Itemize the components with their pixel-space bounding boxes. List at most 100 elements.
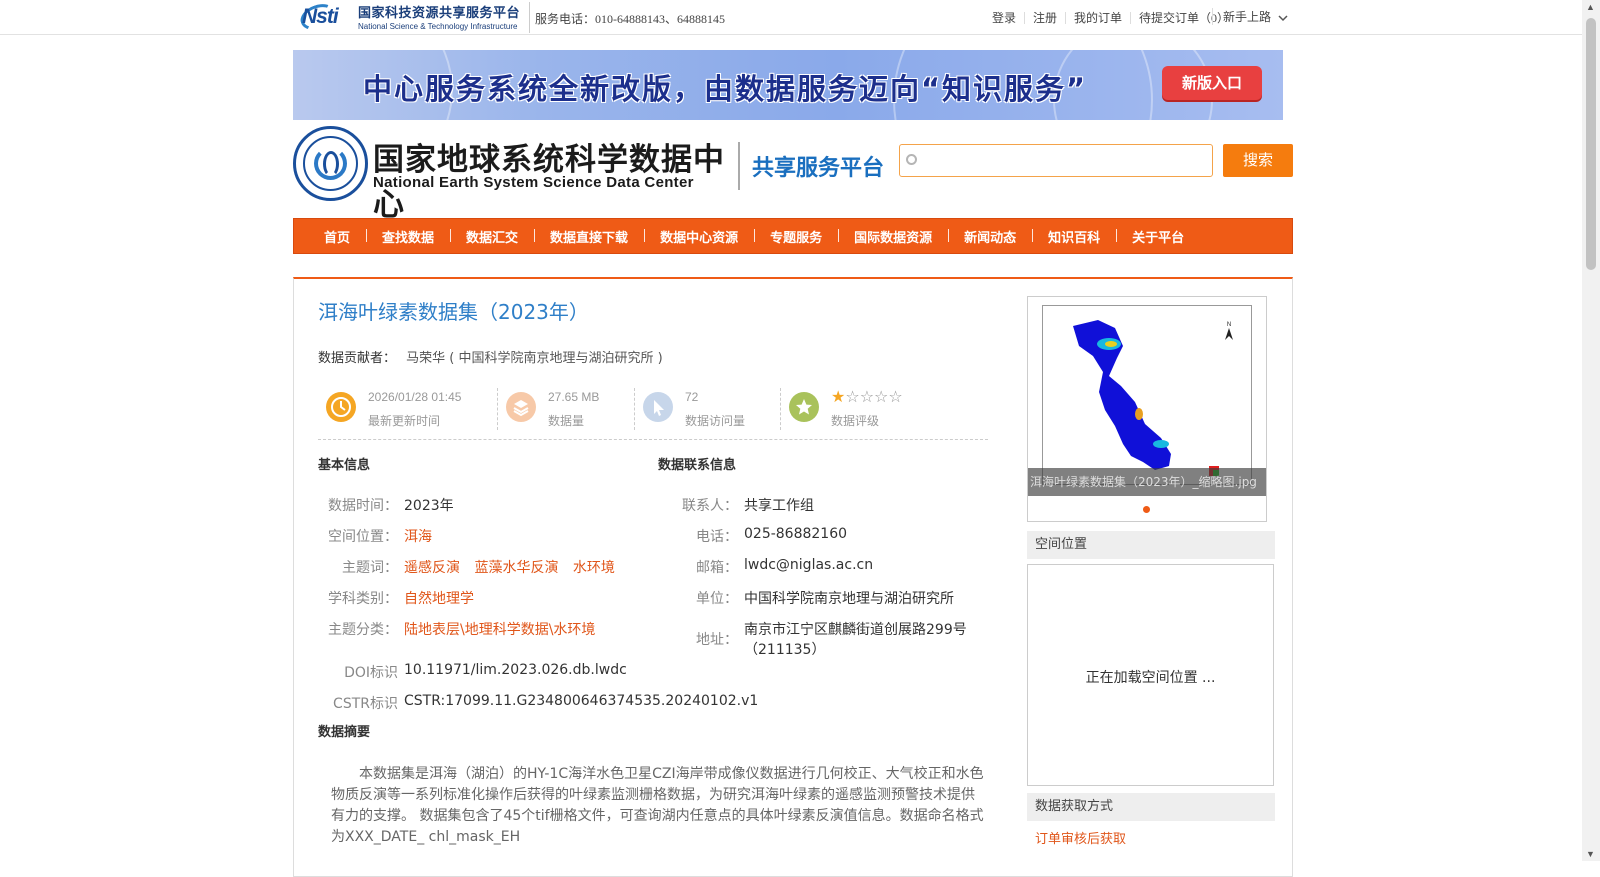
scroll-down-icon[interactable]: ▼ [1586, 849, 1595, 859]
platform-title: 共享服务平台 [752, 156, 885, 181]
category-link[interactable]: 陆地表层\地理科学数据\水环境 [404, 619, 595, 639]
new-version-button[interactable]: 新版入口 [1162, 66, 1262, 100]
divider [738, 142, 740, 190]
stat-label: 数据评级 [831, 414, 880, 428]
field-label: 主题词： [342, 560, 398, 576]
register-link[interactable]: 注册 [1023, 12, 1065, 24]
field-label: 联系人： [682, 498, 738, 514]
center-emblem-icon [293, 126, 368, 201]
contributor-value: 马荣华 ( 中国科学院南京地理与湖泊研究所 ) [406, 351, 663, 366]
chevron-down-icon [1278, 15, 1288, 22]
search-input[interactable] [924, 149, 1208, 173]
center-logo[interactable]: 国家地球系统科学数据中心 National Earth System Scien… [293, 126, 733, 223]
field-label: 单位： [696, 591, 738, 607]
star-filled-icon: ★ [831, 389, 846, 406]
scrollbar-thumb[interactable] [1586, 18, 1596, 270]
contact-info-heading: 数据联系信息 [658, 458, 737, 473]
star-empty-icon: ☆ [888, 389, 903, 406]
field-label: 电话： [696, 529, 738, 545]
service-phone: 服务电话：010-64888143、64888145 [535, 12, 725, 26]
field-value: 南京市江宁区麒麟街道创展路299号 [744, 622, 967, 638]
nav-direct-download[interactable]: 数据直接下载 [534, 227, 644, 246]
stat-label: 数据量 [548, 414, 585, 428]
thumbnail-carousel[interactable]: N 洱海叶绿素数据集（2023年）_缩略图.jpg [1027, 296, 1267, 522]
field-category: 主题分类： 陆地表层\地理科学数据\水环境 [318, 619, 658, 643]
field-label: 学科类别： [328, 591, 398, 607]
nav-wiki[interactable]: 知识百科 [1032, 227, 1116, 246]
layers-icon [506, 392, 536, 422]
nav-find-data[interactable]: 查找数据 [366, 227, 450, 246]
email-value[interactable]: lwdc@niglas.ac.cn [744, 557, 873, 573]
contributor: 数据贡献者： 马荣华 ( 中国科学院南京地理与湖泊研究所 ) [318, 347, 663, 366]
abstract-heading: 数据摘要 [318, 725, 371, 740]
stat-data-size: 27.65 MB 数据量 [498, 384, 635, 430]
nsti-logo[interactable]: Nsti 国家科技资源共享服务平台 National Science & Tec… [296, 0, 525, 35]
contact-unit: 单位： 中国科学院南京地理与湖泊研究所 [658, 588, 998, 612]
star-empty-icon: ☆ [845, 389, 860, 406]
abstract-text: 本数据集是洱海（湖泊）的HY-1C海洋水色卫星CZI海岸带成像仪数据进行几何校正… [331, 766, 984, 845]
field-doi: DOI标识 10.11971/lim.2023.026.db.lwdc [318, 662, 658, 686]
nav-news[interactable]: 新闻动态 [948, 227, 1032, 246]
field-cstr: CSTR标识 CSTR:17099.11.G234800646374535.20… [318, 693, 758, 717]
keyword-tag[interactable]: 蓝藻水华反演 [474, 560, 558, 576]
contact-address: 地址： 南京市江宁区麒麟街道创展路299号 （211135） [658, 619, 998, 663]
stat-value: 72 [685, 390, 699, 404]
thumbnail-image[interactable]: N [1042, 305, 1252, 485]
field-label: 空间位置： [328, 529, 398, 545]
field-label: 数据时间： [328, 498, 398, 514]
star-icon [789, 392, 819, 422]
acquire-heading: 数据获取方式 [1027, 793, 1275, 821]
basic-info-heading: 基本信息 [318, 458, 371, 473]
stat-value: 27.65 MB [548, 390, 600, 404]
clock-icon [326, 392, 356, 422]
field-value: 共享工作组 [744, 498, 814, 514]
rating-stars: ★☆☆☆☆ [831, 387, 903, 407]
nav-international[interactable]: 国际数据资源 [838, 227, 948, 246]
field-data-time: 数据时间： 2023年 [318, 495, 658, 519]
field-subject: 学科类别： 自然地理学 [318, 588, 658, 612]
acquire-method-link[interactable]: 订单审核后获取 [1035, 828, 1126, 847]
carousel-dot[interactable] [1143, 506, 1150, 513]
nav-home[interactable]: 首页 [308, 227, 366, 246]
cstr-value[interactable]: CSTR:17099.11.G234800646374535.20240102.… [404, 693, 758, 709]
nsti-logo-cn: 国家科技资源共享服务平台 [358, 4, 521, 20]
field-label: 地址： [696, 632, 738, 648]
search-icon [906, 154, 917, 165]
subject-link[interactable]: 自然地理学 [404, 588, 474, 608]
nav-center-resources[interactable]: 数据中心资源 [644, 227, 754, 246]
nav-about[interactable]: 关于平台 [1116, 227, 1200, 246]
contact-person: 联系人： 共享工作组 [658, 495, 998, 519]
guide-dropdown[interactable]: 新手上路 [1212, 8, 1288, 25]
guide-label: 新手上路 [1223, 10, 1272, 24]
search-box[interactable] [899, 144, 1213, 177]
star-empty-icon: ☆ [874, 389, 889, 406]
stat-visits: 72 数据访问量 [635, 384, 781, 430]
scroll-up-icon[interactable]: ▲ [1586, 2, 1595, 12]
field-label: 主题分类： [328, 622, 398, 638]
thumbnail-caption: 洱海叶绿素数据集（2023年）_缩略图.jpg [1028, 468, 1266, 496]
contact-phone: 电话： 025-86882160 [658, 526, 998, 550]
my-orders-link[interactable]: 我的订单 [1064, 12, 1130, 24]
stat-label: 数据访问量 [685, 414, 746, 428]
field-label: DOI标识 [344, 665, 398, 681]
main-nav: 首页 查找数据 数据汇交 数据直接下载 数据中心资源 专题服务 国际数据资源 新… [293, 218, 1293, 254]
spatial-map[interactable]: 正在加载空间位置 ... [1027, 564, 1274, 786]
contributor-label: 数据贡献者： [318, 351, 397, 366]
nav-data-submit[interactable]: 数据汇交 [450, 227, 534, 246]
field-value: 中国科学院南京地理与湖泊研究所 [744, 591, 954, 607]
contact-email: 邮箱： lwdc@niglas.ac.cn [658, 557, 998, 581]
stat-label: 最新更新时间 [368, 414, 441, 428]
search-button[interactable]: 搜索 [1223, 144, 1293, 177]
promo-banner[interactable]: 中心服务系统全新改版，由数据服务迈向“知识服务” 新版入口 [293, 50, 1283, 120]
stats-row: 2026/01/28 01:45 最新更新时间 27.65 MB 数据量 72 … [318, 384, 988, 440]
page-scrollbar[interactable]: ▲ ▼ [1582, 0, 1600, 861]
svg-text:N: N [1227, 322, 1231, 328]
nsti-logo-en: National Science & Technology Infrastruc… [358, 21, 518, 31]
nav-topic-service[interactable]: 专题服务 [754, 227, 838, 246]
banner-text: 中心服务系统全新改版，由数据服务迈向“知识服务” [363, 72, 1088, 106]
doi-value[interactable]: 10.11971/lim.2023.026.db.lwdc [404, 662, 627, 678]
login-link[interactable]: 登录 [984, 12, 1024, 24]
keyword-tag[interactable]: 水环境 [573, 560, 615, 576]
spatial-link[interactable]: 洱海 [404, 526, 432, 546]
keyword-tag[interactable]: 遥感反演 [404, 560, 460, 576]
